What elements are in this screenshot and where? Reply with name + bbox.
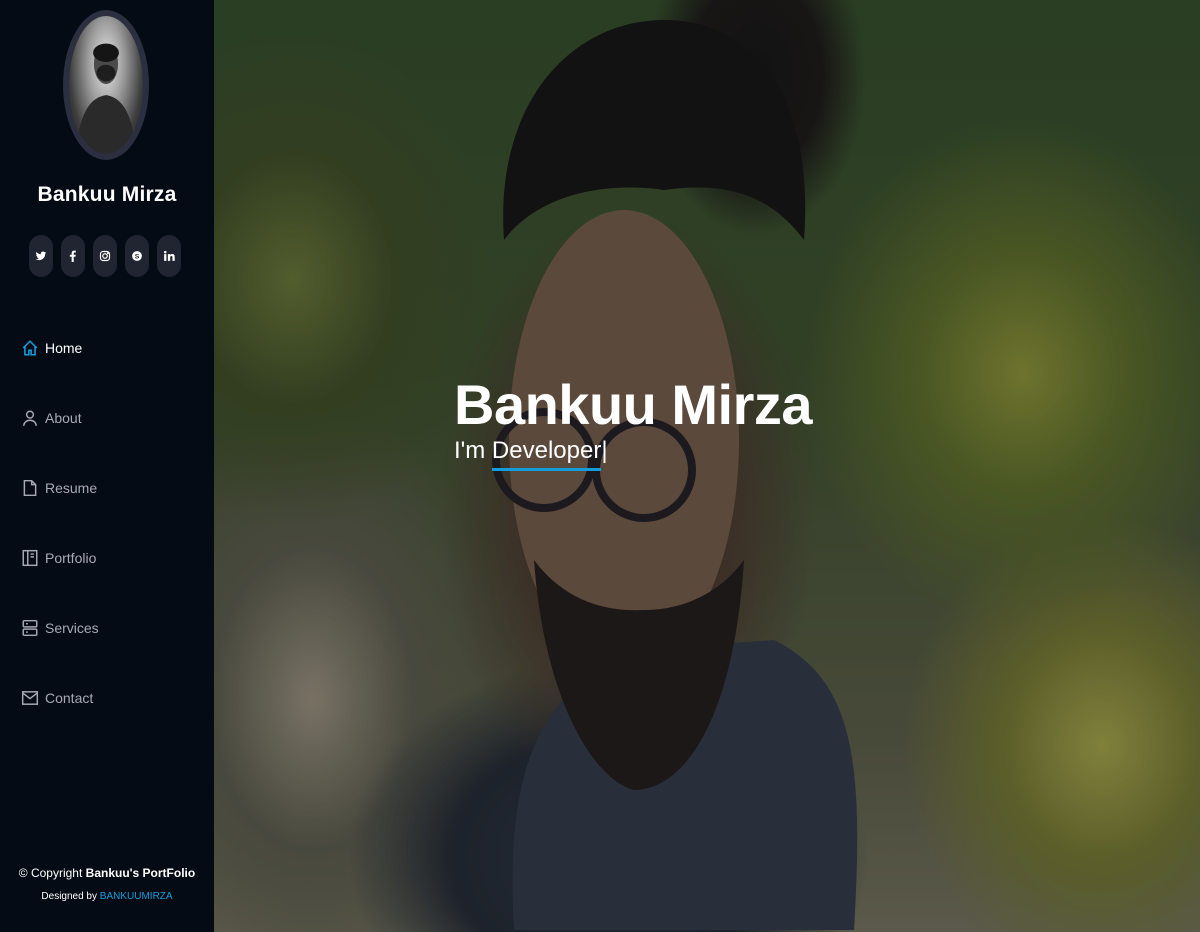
typed-cursor: | xyxy=(601,437,608,464)
social-links: S xyxy=(29,235,189,277)
avatar xyxy=(63,10,149,160)
nav-label-about: About xyxy=(45,410,82,426)
subtitle-prefix: I'm xyxy=(454,437,486,464)
facebook-link[interactable] xyxy=(61,235,85,277)
skype-icon: S xyxy=(132,251,142,261)
designer-link[interactable]: BANKUUMIRZA xyxy=(100,891,173,902)
twitter-icon xyxy=(35,251,47,261)
copyright-name: Bankuu's PortFolio xyxy=(85,866,196,880)
credits: Designed by BANKUUMIRZA xyxy=(0,891,214,902)
nav-label-contact: Contact xyxy=(45,690,94,706)
instagram-link[interactable] xyxy=(93,235,117,277)
nav-label-resume: Resume xyxy=(45,480,98,496)
book-icon xyxy=(20,546,40,570)
designed-by-label: Designed by xyxy=(41,891,97,902)
nav-item-resume[interactable]: Resume xyxy=(20,468,97,508)
sidebar: Bankuu Mirza S Home About Resume Portfol… xyxy=(0,0,214,932)
linkedin-icon xyxy=(163,250,175,261)
document-icon xyxy=(20,476,40,500)
copyright-prefix: © Copyright xyxy=(18,866,83,880)
hero-text: Bankuu Mirza I'm Developer| xyxy=(454,369,813,471)
twitter-link[interactable] xyxy=(29,235,53,277)
hero-title: Bankuu Mirza xyxy=(454,373,813,436)
hero-background-photo xyxy=(492,20,858,930)
nav-label-services: Services xyxy=(45,620,99,636)
person-icon xyxy=(20,406,40,430)
sidebar-footer: © Copyright Bankuu's PortFolio Designed … xyxy=(0,866,214,902)
svg-text:S: S xyxy=(135,254,140,261)
nav-label-home: Home xyxy=(45,340,83,356)
nav-item-about[interactable]: About xyxy=(20,398,82,438)
typed-role: Developer xyxy=(491,437,602,471)
nav-label-portfolio: Portfolio xyxy=(45,550,97,566)
skype-link[interactable]: S xyxy=(125,235,149,277)
nav-item-home[interactable]: Home xyxy=(20,328,82,368)
hero-section: Bankuu Mirza I'm Developer| xyxy=(214,0,1200,932)
hero-subtitle: I'm Developer| xyxy=(454,437,812,471)
linkedin-link[interactable] xyxy=(157,235,181,277)
facebook-icon xyxy=(69,250,76,262)
nav-item-services[interactable]: Services xyxy=(20,608,99,648)
nav-item-portfolio[interactable]: Portfolio xyxy=(20,538,96,578)
instagram-icon xyxy=(99,250,111,262)
home-icon xyxy=(20,336,40,360)
copyright: © Copyright Bankuu's PortFolio xyxy=(0,866,214,880)
profile-name: Bankuu Mirza xyxy=(37,183,177,206)
server-icon xyxy=(20,616,40,640)
envelope-icon xyxy=(20,686,40,710)
nav-item-contact[interactable]: Contact xyxy=(20,678,93,718)
